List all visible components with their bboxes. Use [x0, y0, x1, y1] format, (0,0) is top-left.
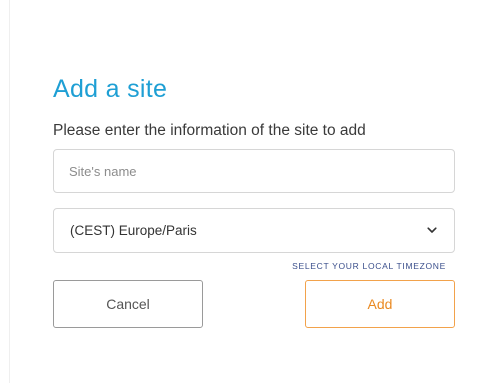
dialog-subtitle: Please enter the information of the site… — [53, 122, 366, 139]
dialog-actions: Cancel Add — [53, 280, 455, 328]
timezone-select[interactable]: (CEST) Europe/Paris — [53, 208, 455, 253]
cancel-button[interactable]: Cancel — [53, 280, 203, 328]
add-site-dialog: Add a site Please enter the information … — [53, 74, 455, 328]
page: Add a site Please enter the information … — [0, 0, 488, 383]
site-name-input[interactable] — [53, 149, 455, 193]
left-divider — [9, 0, 10, 383]
add-button[interactable]: Add — [305, 280, 455, 328]
dialog-title: Add a site — [53, 75, 168, 103]
timezone-selected-value: (CEST) Europe/Paris — [70, 223, 197, 238]
select-local-timezone-link[interactable]: SELECT YOUR LOCAL TIMEZONE — [53, 261, 446, 271]
chevron-down-icon — [426, 225, 438, 237]
